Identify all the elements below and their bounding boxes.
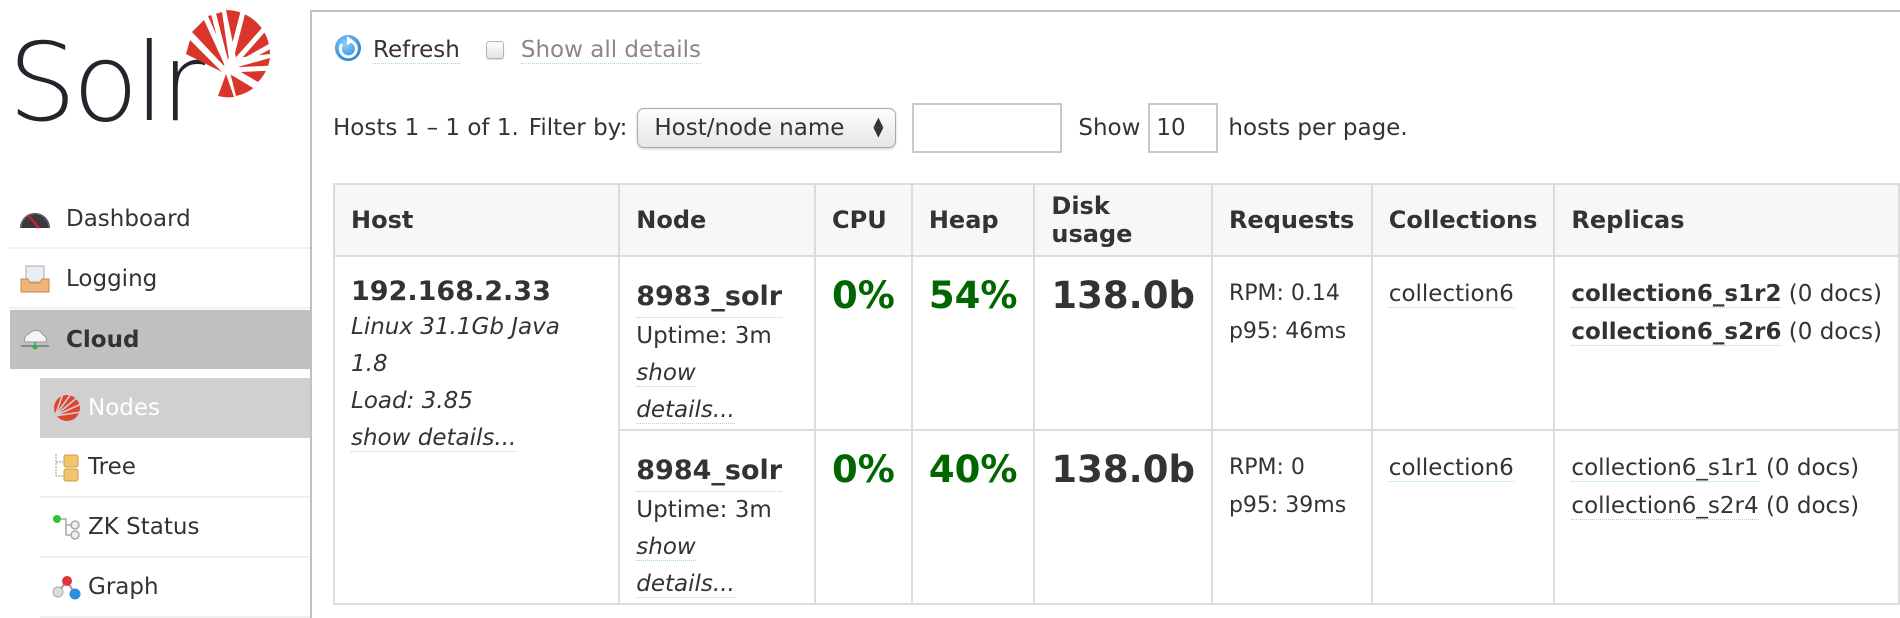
requests-p95: p95: 39ms: [1228, 493, 1347, 518]
host-info: Linux 31.1Gb Java 1.8: [351, 314, 560, 377]
tree-folders-icon: [52, 452, 82, 482]
sidebar-subitem-label: Tree: [88, 454, 136, 480]
content-left-border: [310, 10, 312, 618]
column-header-cpu: CPU: [814, 183, 913, 257]
node-name-link[interactable]: 8983_solr: [636, 277, 783, 318]
logo-wordmark: Solr: [8, 21, 205, 146]
filter-by-selected-value: Host/node name: [654, 115, 845, 141]
requests-p95: p95: 46ms: [1228, 319, 1347, 344]
replica-link[interactable]: collection6_s2r4: [1571, 493, 1759, 520]
replica-docs: (0 docs): [1765, 455, 1860, 481]
column-header-collections: Collections: [1370, 183, 1556, 257]
hosts-summary: Hosts 1 – 1 of 1.: [333, 115, 519, 141]
requests-rpm: RPM: 0.14: [1228, 281, 1340, 306]
refresh-button[interactable]: Refresh: [333, 32, 460, 68]
sidebar-subitem-tree[interactable]: Tree: [40, 438, 311, 498]
replica-item: collection6_s2r4 (0 docs): [1571, 487, 1882, 525]
disk-usage-value: 138.0b: [1051, 274, 1195, 317]
replica-link[interactable]: collection6_s1r2: [1571, 281, 1782, 308]
node-uptime: Uptime: 3m: [636, 323, 772, 349]
sidebar-item-logging[interactable]: Logging: [10, 250, 311, 309]
filter-by-select[interactable]: Host/node name ▲ ▼: [637, 108, 897, 148]
show-all-details-checkbox[interactable]: [485, 41, 504, 59]
host-cell: 192.168.2.33 Linux 31.1Gb Java 1.8 Load:…: [332, 255, 621, 605]
replica-docs: (0 docs): [1788, 281, 1882, 307]
solr-logo[interactable]: Solr: [8, 8, 274, 146]
graph-molecule-icon: [52, 572, 82, 602]
column-header-heap: Heap: [910, 183, 1036, 257]
collection-link[interactable]: collection6: [1388, 455, 1514, 482]
sidebar-subitem-label: Graph: [88, 574, 159, 600]
replica-link[interactable]: collection6_s1r1: [1571, 455, 1759, 482]
table-row: 192.168.2.33 Linux 31.1Gb Java 1.8 Load:…: [332, 255, 1900, 605]
cpu-value: 0%: [832, 274, 895, 317]
column-header-replicas: Replicas: [1553, 183, 1900, 257]
column-header-node: Node: [618, 183, 817, 257]
sidebar-subitem-label: Nodes: [88, 395, 161, 421]
node-show-details-link[interactable]: show details...: [636, 360, 735, 424]
heap-value: 54%: [928, 274, 1018, 317]
node-show-details-link[interactable]: show details...: [636, 534, 735, 598]
host-show-details-link[interactable]: show details...: [351, 425, 517, 452]
show-label: Show: [1078, 115, 1141, 141]
hosts-per-page-input[interactable]: [1148, 103, 1219, 153]
dashboard-gauge-icon: [18, 204, 52, 234]
filter-by-label: Filter by:: [528, 115, 628, 141]
zk-status-icon: [52, 512, 82, 542]
node-cell: 8984_solr Uptime: 3m show details...: [618, 429, 817, 605]
sidebar-subitem-label: ZK Status: [88, 514, 200, 540]
host-ip: 192.168.2.33: [351, 276, 551, 307]
filter-bar: Hosts 1 – 1 of 1. Filter by: Host/node n…: [333, 103, 1408, 153]
heap-value: 40%: [928, 448, 1018, 491]
table-header-row: Host Node CPU Heap Disk usage Requests C…: [332, 183, 1900, 257]
node-uptime: Uptime: 3m: [636, 497, 772, 523]
collection-link[interactable]: collection6: [1388, 281, 1514, 308]
requests-rpm: RPM: 0: [1228, 455, 1305, 480]
column-header-requests: Requests: [1210, 183, 1373, 257]
replica-item: collection6_s1r1 (0 docs): [1571, 449, 1882, 487]
sidebar-item-dashboard[interactable]: Dashboard: [10, 190, 311, 249]
sidebar-subitem-graph[interactable]: Graph: [40, 558, 311, 618]
nodes-table: Host Node CPU Heap Disk usage Requests C…: [332, 183, 1900, 605]
sidebar-item-cloud[interactable]: Cloud: [10, 310, 311, 369]
sidebar-subitem-nodes[interactable]: Nodes: [40, 378, 311, 438]
host-load: Load: 3.85: [351, 388, 473, 414]
sidebar-item-label: Dashboard: [66, 205, 191, 232]
node-name-link[interactable]: 8984_solr: [636, 451, 783, 492]
content-top-border: [310, 10, 1900, 12]
node-cell: 8983_solr Uptime: 3m show details...: [618, 255, 817, 431]
refresh-icon: [333, 32, 363, 68]
show-all-details-toggle[interactable]: Show all details: [485, 36, 702, 64]
select-arrows-icon: ▲ ▼: [873, 115, 884, 140]
column-header-host: Host: [332, 183, 621, 257]
logging-tray-icon: [18, 264, 52, 294]
column-header-disk-usage: Disk usage: [1033, 183, 1213, 257]
disk-usage-value: 138.0b: [1051, 448, 1195, 491]
replica-docs: (0 docs): [1788, 319, 1882, 345]
replica-item: collection6_s1r2 (0 docs): [1571, 275, 1882, 313]
hosts-per-page-label: hosts per page.: [1228, 115, 1408, 141]
replica-item: collection6_s2r6 (0 docs): [1571, 313, 1882, 351]
sidebar: Solr Dashboard Logging Cloud Nodes Tree …: [0, 0, 311, 618]
filter-value-input[interactable]: [912, 103, 1063, 153]
toolbar: Refresh Show all details: [333, 32, 702, 68]
cloud-icon: [18, 325, 52, 355]
refresh-label: Refresh: [373, 36, 460, 64]
sidebar-item-label: Logging: [66, 265, 158, 292]
sidebar-subitem-zk-status[interactable]: ZK Status: [40, 498, 311, 558]
solr-sun-icon: [52, 393, 82, 423]
replica-docs: (0 docs): [1765, 493, 1860, 519]
cpu-value: 0%: [832, 448, 895, 491]
show-all-details-label: Show all details: [520, 36, 702, 64]
sidebar-item-label: Cloud: [66, 326, 140, 353]
solr-sun-logo-icon: [186, 8, 274, 98]
replica-link[interactable]: collection6_s2r6: [1571, 319, 1782, 346]
